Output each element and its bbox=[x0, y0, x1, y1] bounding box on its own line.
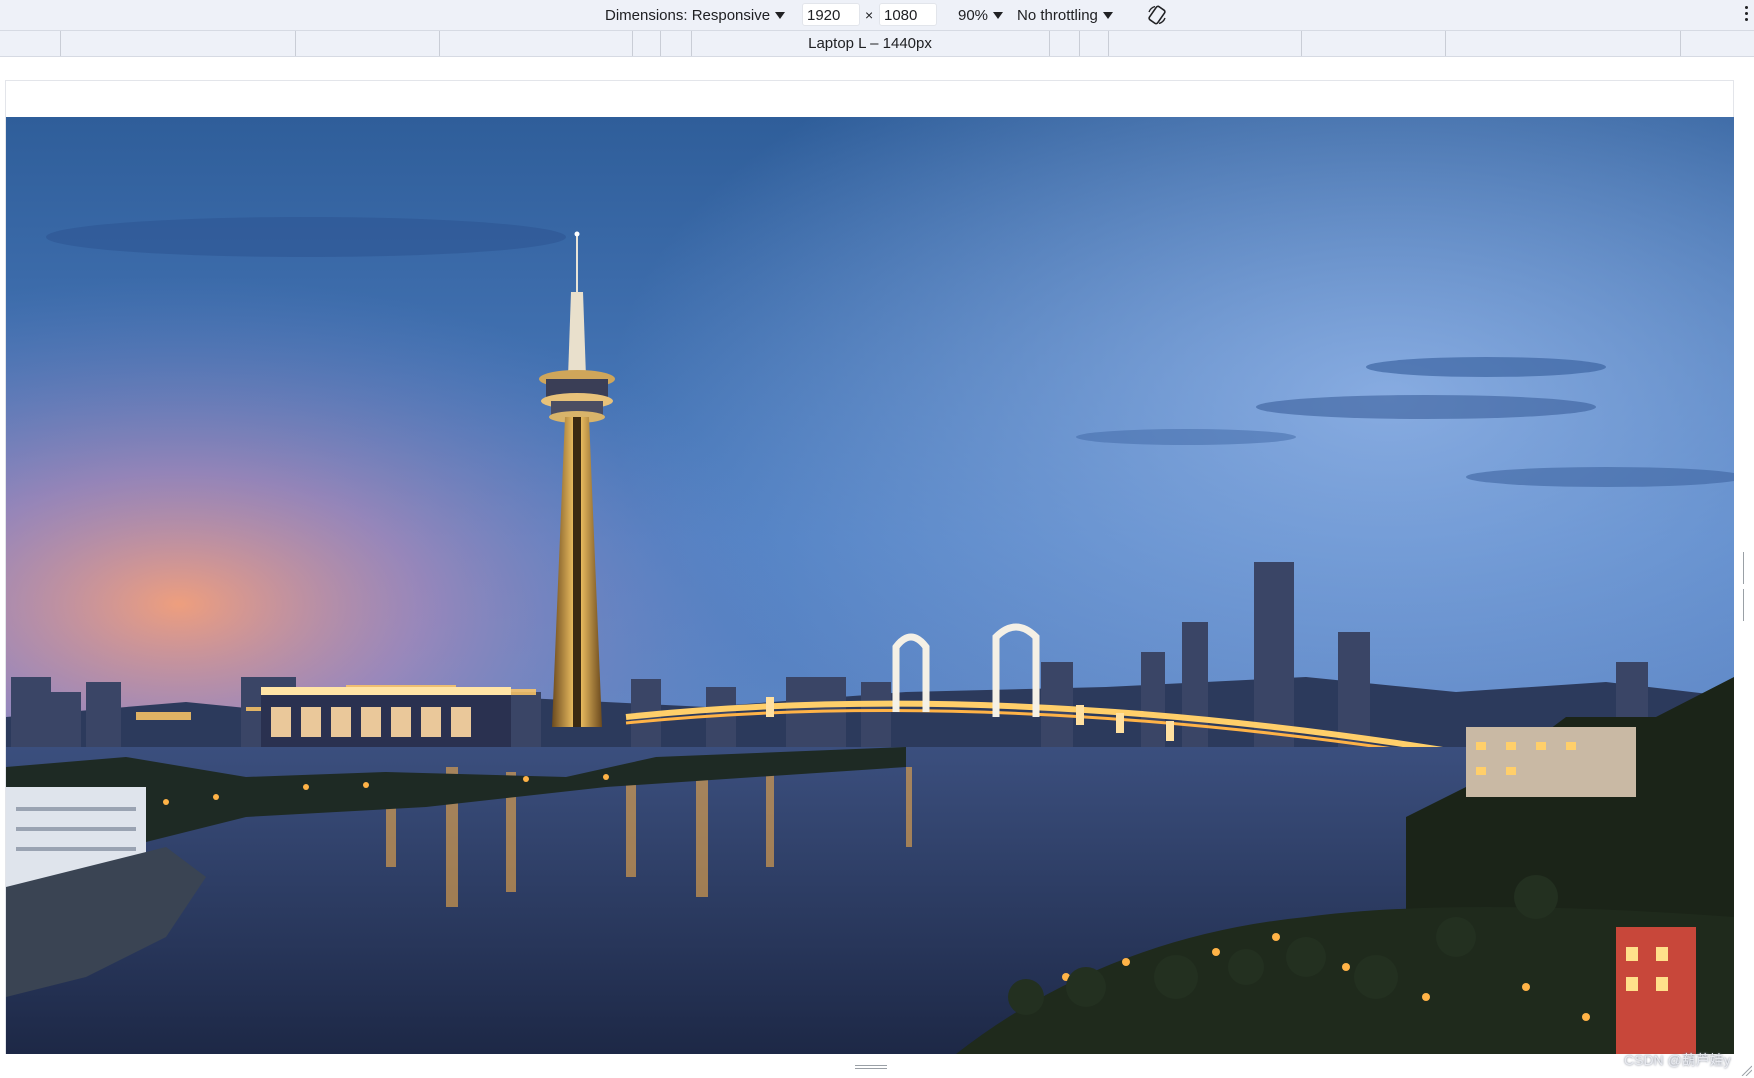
rotate-device-icon[interactable] bbox=[1146, 4, 1168, 26]
more-options-icon[interactable] bbox=[1745, 6, 1749, 24]
caret-down-icon bbox=[775, 11, 786, 19]
height-input[interactable]: 1080 bbox=[879, 3, 937, 26]
page-header bbox=[6, 81, 1733, 117]
times-symbol: × bbox=[865, 7, 874, 23]
throttling-dropdown[interactable]: No throttling bbox=[1017, 0, 1113, 30]
hero-image bbox=[6, 117, 1734, 1054]
zoom-dropdown[interactable]: 90% bbox=[958, 0, 1004, 30]
macau-skyline-illustration bbox=[6, 117, 1734, 1054]
viewport-resize-handle-bottom[interactable] bbox=[855, 1065, 887, 1071]
media-query-bar: Laptop L – 1440px bbox=[0, 31, 1754, 57]
caret-down-icon bbox=[1102, 11, 1113, 19]
dimensions-dropdown[interactable]: Dimensions: Responsive bbox=[605, 0, 786, 30]
caret-down-icon bbox=[993, 11, 1004, 19]
width-input[interactable]: 1920 bbox=[802, 3, 860, 26]
csdn-watermark: CSDN @葫芦娃y bbox=[1624, 1052, 1731, 1068]
dimensions-label: Dimensions: Responsive bbox=[605, 6, 771, 24]
device-toolbar: Dimensions: Responsive 1920 × 1080 90% N… bbox=[0, 0, 1754, 31]
throttling-label: No throttling bbox=[1017, 6, 1098, 24]
media-query-label: Laptop L – 1440px bbox=[808, 35, 932, 52]
viewport-resize-handle-right[interactable] bbox=[1743, 552, 1748, 621]
resize-corner-icon[interactable] bbox=[1740, 1064, 1752, 1076]
zoom-label: 90% bbox=[958, 6, 989, 24]
